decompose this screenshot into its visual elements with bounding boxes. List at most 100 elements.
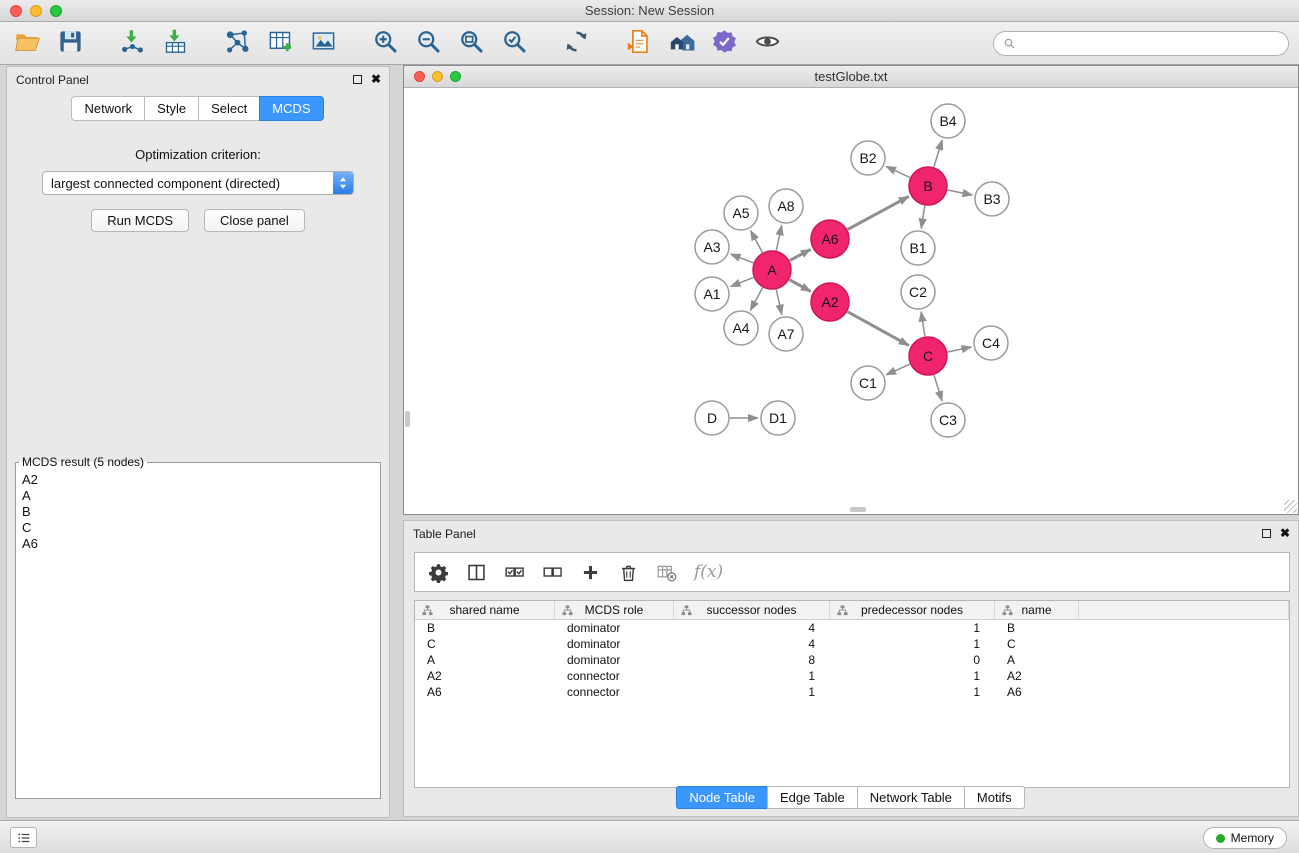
table-row[interactable]: Cdominator41C <box>415 636 1289 652</box>
open-report-button[interactable] <box>621 25 655 61</box>
save-session-button[interactable] <box>53 25 87 61</box>
new-table-button[interactable] <box>263 25 297 61</box>
zoom-in-button[interactable] <box>368 25 402 61</box>
node-B1[interactable]: B1 <box>901 231 935 265</box>
tab-network-table[interactable]: Network Table <box>857 786 965 809</box>
tab-mcds[interactable]: MCDS <box>259 96 323 121</box>
node-A6[interactable]: A6 <box>811 220 849 258</box>
node-A5[interactable]: A5 <box>724 196 758 230</box>
search-box[interactable] <box>993 31 1289 56</box>
edge-A6-B[interactable] <box>848 197 909 230</box>
column-header-predecessor-nodes[interactable]: predecessor nodes <box>830 601 995 619</box>
network-maximize-button[interactable] <box>450 71 461 82</box>
node-C2[interactable]: C2 <box>901 275 935 309</box>
unselect-all-columns-button[interactable] <box>542 562 563 583</box>
close-panel-button[interactable]: Close panel <box>204 209 305 232</box>
edge-A-A2[interactable] <box>790 280 811 292</box>
node-C1[interactable]: C1 <box>851 366 885 400</box>
run-mcds-button[interactable]: Run MCDS <box>91 209 189 232</box>
apply-layout-button[interactable] <box>559 25 593 61</box>
network-close-button[interactable] <box>414 71 425 82</box>
column-header-MCDS-role[interactable]: MCDS role <box>555 601 674 619</box>
tab-style[interactable]: Style <box>144 96 199 121</box>
memory-button[interactable]: Memory <box>1203 827 1287 849</box>
edge-A-A4[interactable] <box>750 288 762 311</box>
edge-A-A6[interactable] <box>790 249 811 260</box>
edge-C-C4[interactable] <box>948 347 972 352</box>
export-image-button[interactable] <box>306 25 340 61</box>
edge-A2-C[interactable] <box>848 312 909 346</box>
zoom-selected-button[interactable] <box>497 25 531 61</box>
edge-C-C1[interactable] <box>886 364 910 375</box>
table-settings-button[interactable] <box>428 562 449 583</box>
table-row[interactable]: Adominator80A <box>415 652 1289 668</box>
node-A[interactable]: A <box>753 251 791 289</box>
open-file-button[interactable] <box>10 25 44 61</box>
table-row[interactable]: A2connector11A2 <box>415 668 1289 684</box>
task-history-button[interactable] <box>10 827 37 848</box>
column-header-successor-nodes[interactable]: successor nodes <box>674 601 830 619</box>
minimize-button[interactable] <box>30 5 42 17</box>
delete-columns-button[interactable] <box>618 562 639 583</box>
node-C4[interactable]: C4 <box>974 326 1008 360</box>
network-minimize-button[interactable] <box>432 71 443 82</box>
vertical-scrollbar[interactable] <box>405 411 410 427</box>
network-canvas[interactable]: B4B2BB3A8A5A6B1A3AC2A1A2A4A7CC4C1C3DD1 <box>404 88 1298 514</box>
edge-C-C2[interactable] <box>921 312 925 336</box>
float-panel-icon[interactable] <box>353 75 362 84</box>
node-C[interactable]: C <box>909 337 947 375</box>
node-B[interactable]: B <box>909 167 947 205</box>
edge-B-B1[interactable] <box>921 206 925 229</box>
edge-A-A3[interactable] <box>731 254 754 263</box>
node-A8[interactable]: A8 <box>769 189 803 223</box>
zoom-fit-content-button[interactable] <box>454 25 488 61</box>
table-float-panel-icon[interactable] <box>1262 529 1271 538</box>
create-column-button[interactable] <box>580 562 601 583</box>
edge-B-B3[interactable] <box>948 190 973 195</box>
node-A3[interactable]: A3 <box>695 230 729 264</box>
node-D1[interactable]: D1 <box>761 401 795 435</box>
search-input[interactable] <box>1022 37 1279 51</box>
table-row[interactable]: A6connector11A6 <box>415 684 1289 700</box>
show-columns-button[interactable] <box>466 562 487 583</box>
delete-table-button[interactable] <box>656 562 677 583</box>
toggle-graphics-details-button[interactable] <box>750 25 784 61</box>
tab-motifs[interactable]: Motifs <box>964 786 1025 809</box>
edge-C-C3[interactable] <box>934 375 942 401</box>
column-header-shared-name[interactable]: shared name <box>415 601 555 619</box>
tab-node-table[interactable]: Node Table <box>676 786 768 809</box>
import-table-from-file-button[interactable] <box>158 25 192 61</box>
node-A1[interactable]: A1 <box>695 277 729 311</box>
maximize-button[interactable] <box>50 5 62 17</box>
tab-edge-table[interactable]: Edge Table <box>767 786 858 809</box>
edge-B-B2[interactable] <box>886 167 910 178</box>
close-panel-icon[interactable]: ✖ <box>371 74 381 84</box>
edge-A-A7[interactable] <box>776 290 781 315</box>
tab-network[interactable]: Network <box>71 96 145 121</box>
table-close-panel-icon[interactable]: ✖ <box>1280 528 1290 538</box>
optimization-criterion-dropdown[interactable]: largest connected component (directed) <box>42 171 354 195</box>
zoom-out-button[interactable] <box>411 25 445 61</box>
browser-home-button[interactable] <box>664 25 698 61</box>
node-A7[interactable]: A7 <box>769 317 803 351</box>
function-builder-button[interactable]: f(x) <box>694 562 723 582</box>
table-row[interactable]: Bdominator41B <box>415 620 1289 636</box>
node-D[interactable]: D <box>695 401 729 435</box>
edge-A-A1[interactable] <box>731 277 754 286</box>
node-A2[interactable]: A2 <box>811 283 849 321</box>
close-button[interactable] <box>10 5 22 17</box>
edge-A-A8[interactable] <box>776 226 781 251</box>
resize-handle[interactable] <box>1284 500 1297 513</box>
new-network-button[interactable] <box>220 25 254 61</box>
select-all-columns-button[interactable] <box>504 562 525 583</box>
import-network-from-file-button[interactable] <box>115 25 149 61</box>
node-A4[interactable]: A4 <box>724 311 758 345</box>
node-B2[interactable]: B2 <box>851 141 885 175</box>
validate-button[interactable] <box>707 25 741 61</box>
node-B4[interactable]: B4 <box>931 104 965 138</box>
edge-A-A5[interactable] <box>751 231 763 253</box>
node-B3[interactable]: B3 <box>975 182 1009 216</box>
tab-select[interactable]: Select <box>198 96 260 121</box>
edge-B-B4[interactable] <box>934 140 942 167</box>
column-header-name[interactable]: name <box>995 601 1079 619</box>
